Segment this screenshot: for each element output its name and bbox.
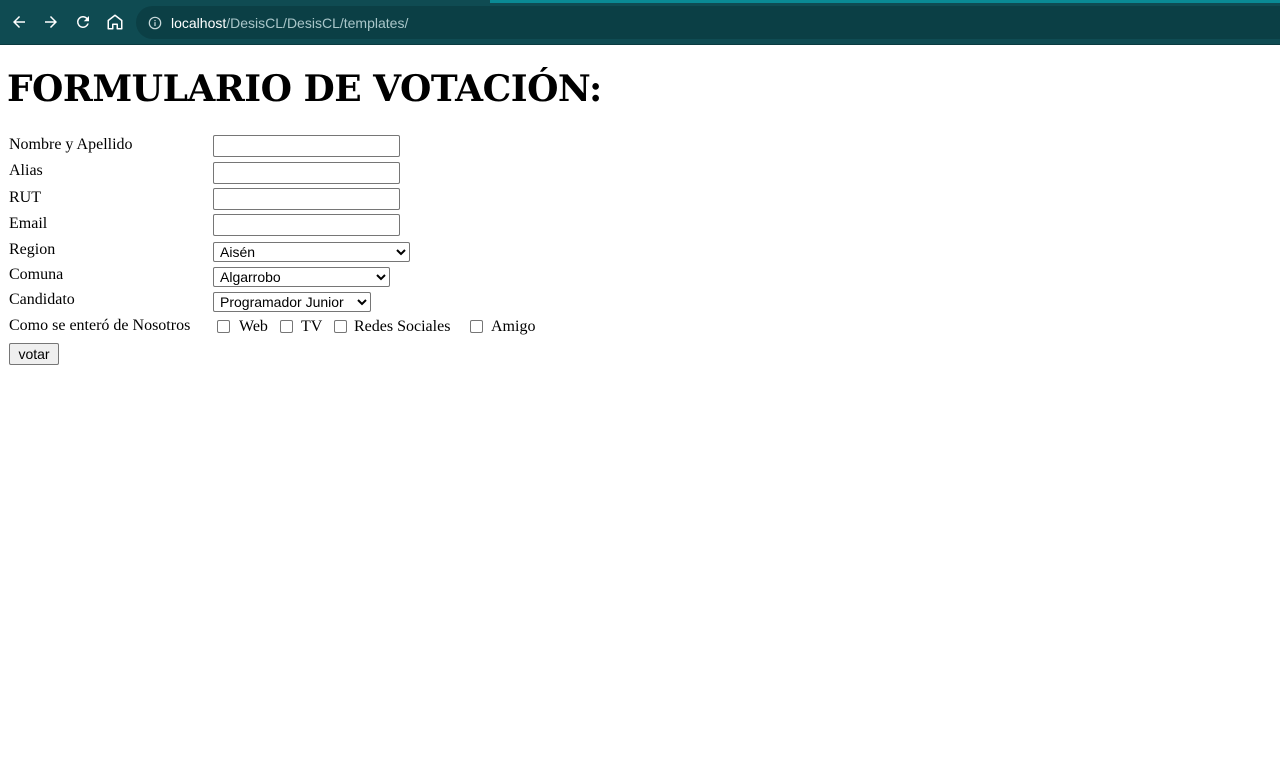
home-button[interactable] xyxy=(104,10,126,34)
info-icon[interactable] xyxy=(148,16,162,30)
comuna-select[interactable]: Algarrobo xyxy=(213,267,390,287)
page-content: FORMULARIO DE VOTACIÓN: Nombre y Apellid… xyxy=(0,45,1280,781)
checkbox-amigo[interactable] xyxy=(470,320,483,333)
candidato-select[interactable]: Programador Junior xyxy=(213,292,371,312)
home-icon xyxy=(107,14,123,30)
checkbox-web[interactable] xyxy=(217,320,230,333)
arrow-right-icon xyxy=(45,16,57,28)
region-label: Region xyxy=(9,241,56,258)
reload-button[interactable] xyxy=(72,10,94,34)
tab-strip-edge xyxy=(0,0,1280,3)
back-button[interactable] xyxy=(8,10,30,34)
checkbox-amigo-label: Amigo xyxy=(491,318,536,335)
url-host: localhost xyxy=(171,14,227,31)
candidato-label: Candidato xyxy=(9,291,75,308)
alias-label: Alias xyxy=(9,162,43,179)
checkbox-tv[interactable] xyxy=(280,320,293,333)
source-label: Como se enteró de Nosotros xyxy=(9,317,191,334)
email-label: Email xyxy=(9,215,48,232)
reload-icon xyxy=(76,15,89,28)
checkbox-redes-sociales[interactable] xyxy=(334,320,347,333)
checkbox-web-label: Web xyxy=(239,318,268,335)
page-title: FORMULARIO DE VOTACIÓN: xyxy=(7,68,602,110)
votar-button[interactable]: votar xyxy=(9,343,59,365)
comuna-label: Comuna xyxy=(9,266,64,283)
rut-input[interactable] xyxy=(213,188,400,210)
nombre-input[interactable] xyxy=(213,135,400,157)
checkbox-tv-label: TV xyxy=(301,318,323,335)
rut-label: RUT xyxy=(9,189,41,206)
email-input[interactable] xyxy=(213,214,400,236)
browser-toolbar: localhost/DesisCL/DesisCL/templates/ xyxy=(0,0,1280,45)
address-bar[interactable]: localhost/DesisCL/DesisCL/templates/ xyxy=(136,6,1280,39)
forward-button[interactable] xyxy=(40,10,62,34)
url-text: localhost/DesisCL/DesisCL/templates/ xyxy=(171,15,408,31)
checkbox-redes-sociales-label: Redes Sociales xyxy=(354,318,451,335)
region-select[interactable]: Aisén xyxy=(213,242,410,262)
url-path: /DesisCL/DesisCL/templates/ xyxy=(226,14,409,31)
arrow-left-icon xyxy=(13,16,25,28)
alias-input[interactable] xyxy=(213,162,400,184)
nombre-label: Nombre y Apellido xyxy=(9,136,133,153)
